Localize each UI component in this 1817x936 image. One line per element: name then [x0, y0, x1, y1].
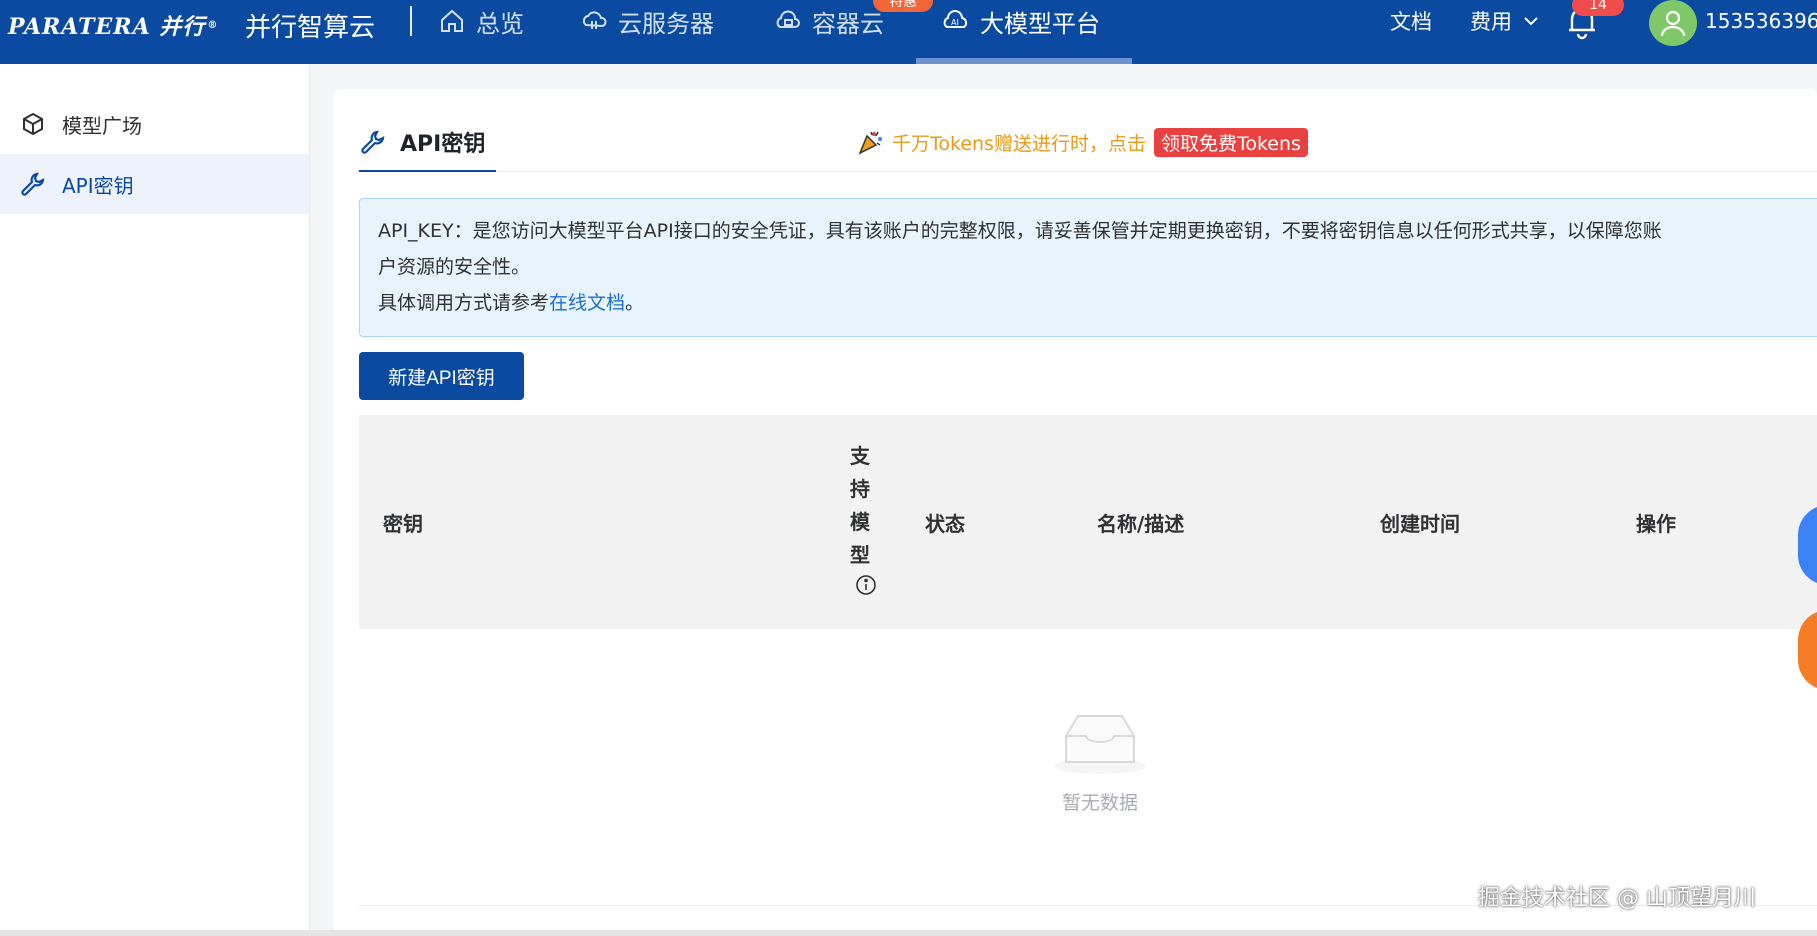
sidebar-item-label: API密钥 [62, 173, 134, 198]
nav-llm-platform-label: 大模型平台 [980, 9, 1100, 38]
table-header [359, 415, 1817, 629]
cloud-server-icon [580, 7, 608, 35]
nav-llm-platform[interactable]: AI 大模型平台 [942, 0, 1100, 42]
nav-cloud-server-label: 云服务器 [618, 9, 714, 38]
sidebar: 模型广场 API密钥 [0, 64, 310, 936]
chevron-down-icon [1522, 12, 1540, 30]
sidebar-item-model-plaza[interactable]: 模型广场 [0, 94, 309, 154]
sidebar-item-api-key[interactable]: API密钥 [0, 154, 309, 214]
billing-label: 费用 [1470, 10, 1512, 34]
brand-name[interactable]: 并行智算云 [245, 6, 375, 44]
top-navbar: PARATERA 并行 ® 并行智算云 总览 云服务器 容器云 特惠 AI 大模型… [0, 0, 1817, 64]
nav-container-cloud-label: 容器云 [812, 9, 884, 38]
paratera-logo[interactable]: PARATERA 并行 ® [8, 6, 218, 44]
column-header-key: 密钥 [383, 512, 423, 536]
nav-overview[interactable]: 总览 [438, 0, 524, 42]
brand-divider [410, 6, 412, 36]
info-circle-icon[interactable] [855, 574, 877, 596]
wrench-icon [360, 129, 386, 155]
bottom-scroll-strip [0, 930, 1817, 936]
info-doc-prefix: 具体调用方式请参考 [378, 292, 550, 314]
column-header-actions: 操作 [1636, 512, 1676, 536]
empty-state-text: 暂无数据 [1061, 792, 1138, 814]
logo-registered-mark: ® [207, 19, 219, 31]
home-icon [438, 7, 466, 35]
column-header-name-desc: 名称/描述 [1097, 512, 1185, 536]
billing-menu[interactable]: 费用 [1470, 0, 1540, 42]
watermark: 掘金技术社区 @ 山顶望月川 [1478, 886, 1756, 911]
column-header-char: 型 [850, 543, 870, 567]
wrench-icon [20, 171, 46, 197]
column-header-status: 状态 [925, 512, 965, 536]
online-docs-link[interactable]: 在线文档 [549, 292, 625, 314]
nav-active-indicator [916, 58, 1132, 64]
api-key-info-alert: API_KEY：是您访问大模型平台API接口的安全凭证，具有该账户的完整权限，请… [359, 198, 1817, 337]
tab-active-underline [359, 170, 496, 172]
sidebar-item-label: 模型广场 [62, 113, 142, 138]
claim-free-tokens-button[interactable]: 领取免费Tokens [1153, 127, 1308, 157]
column-header-char: 模 [850, 510, 870, 534]
nav-overview-label: 总览 [476, 9, 524, 38]
logo-text: PARATERA 并行 [8, 14, 206, 40]
container-cloud-icon [774, 7, 802, 35]
info-text-line-3: 具体调用方式请参考在线文档。 [378, 285, 1810, 321]
ai-cloud-icon: AI [942, 7, 970, 35]
info-doc-suffix: 。 [625, 292, 645, 314]
svg-text:AI: AI [951, 18, 959, 27]
promo-banner: 千万Tokens赠送进行时，点击 领取免费Tokens [856, 126, 1308, 158]
nav-container-cloud[interactable]: 容器云 [774, 0, 884, 42]
tab-api-key[interactable]: API密钥 [360, 122, 485, 162]
nav-cloud-server[interactable]: 云服务器 [580, 0, 714, 42]
column-header-supported-models: 支 持 模 型 [848, 440, 872, 572]
notification-count-badge: 14 [1572, 0, 1624, 16]
promo-badge: 特惠 [873, 0, 933, 12]
tab-title-label: API密钥 [400, 132, 486, 157]
promo-text: 千万Tokens赠送进行时，点击 [892, 132, 1146, 155]
user-name[interactable]: 1535363963 [1705, 0, 1817, 42]
info-text-line-2: 户资源的安全性。 [378, 256, 531, 278]
empty-inbox-icon [1050, 706, 1150, 776]
create-api-key-button[interactable]: 新建API密钥 [359, 352, 524, 400]
docs-link[interactable]: 文档 [1390, 0, 1432, 42]
avatar[interactable] [1649, 0, 1697, 46]
info-text-line-1: API_KEY：是您访问大模型平台API接口的安全凭证，具有该账户的完整权限，请… [378, 220, 1662, 242]
cube-icon [20, 111, 46, 137]
column-header-created-at: 创建时间 [1380, 512, 1460, 536]
party-popper-icon [856, 128, 884, 156]
column-header-char: 支 [850, 444, 870, 468]
tab-divider [359, 171, 1817, 172]
column-header-char: 持 [850, 477, 870, 501]
